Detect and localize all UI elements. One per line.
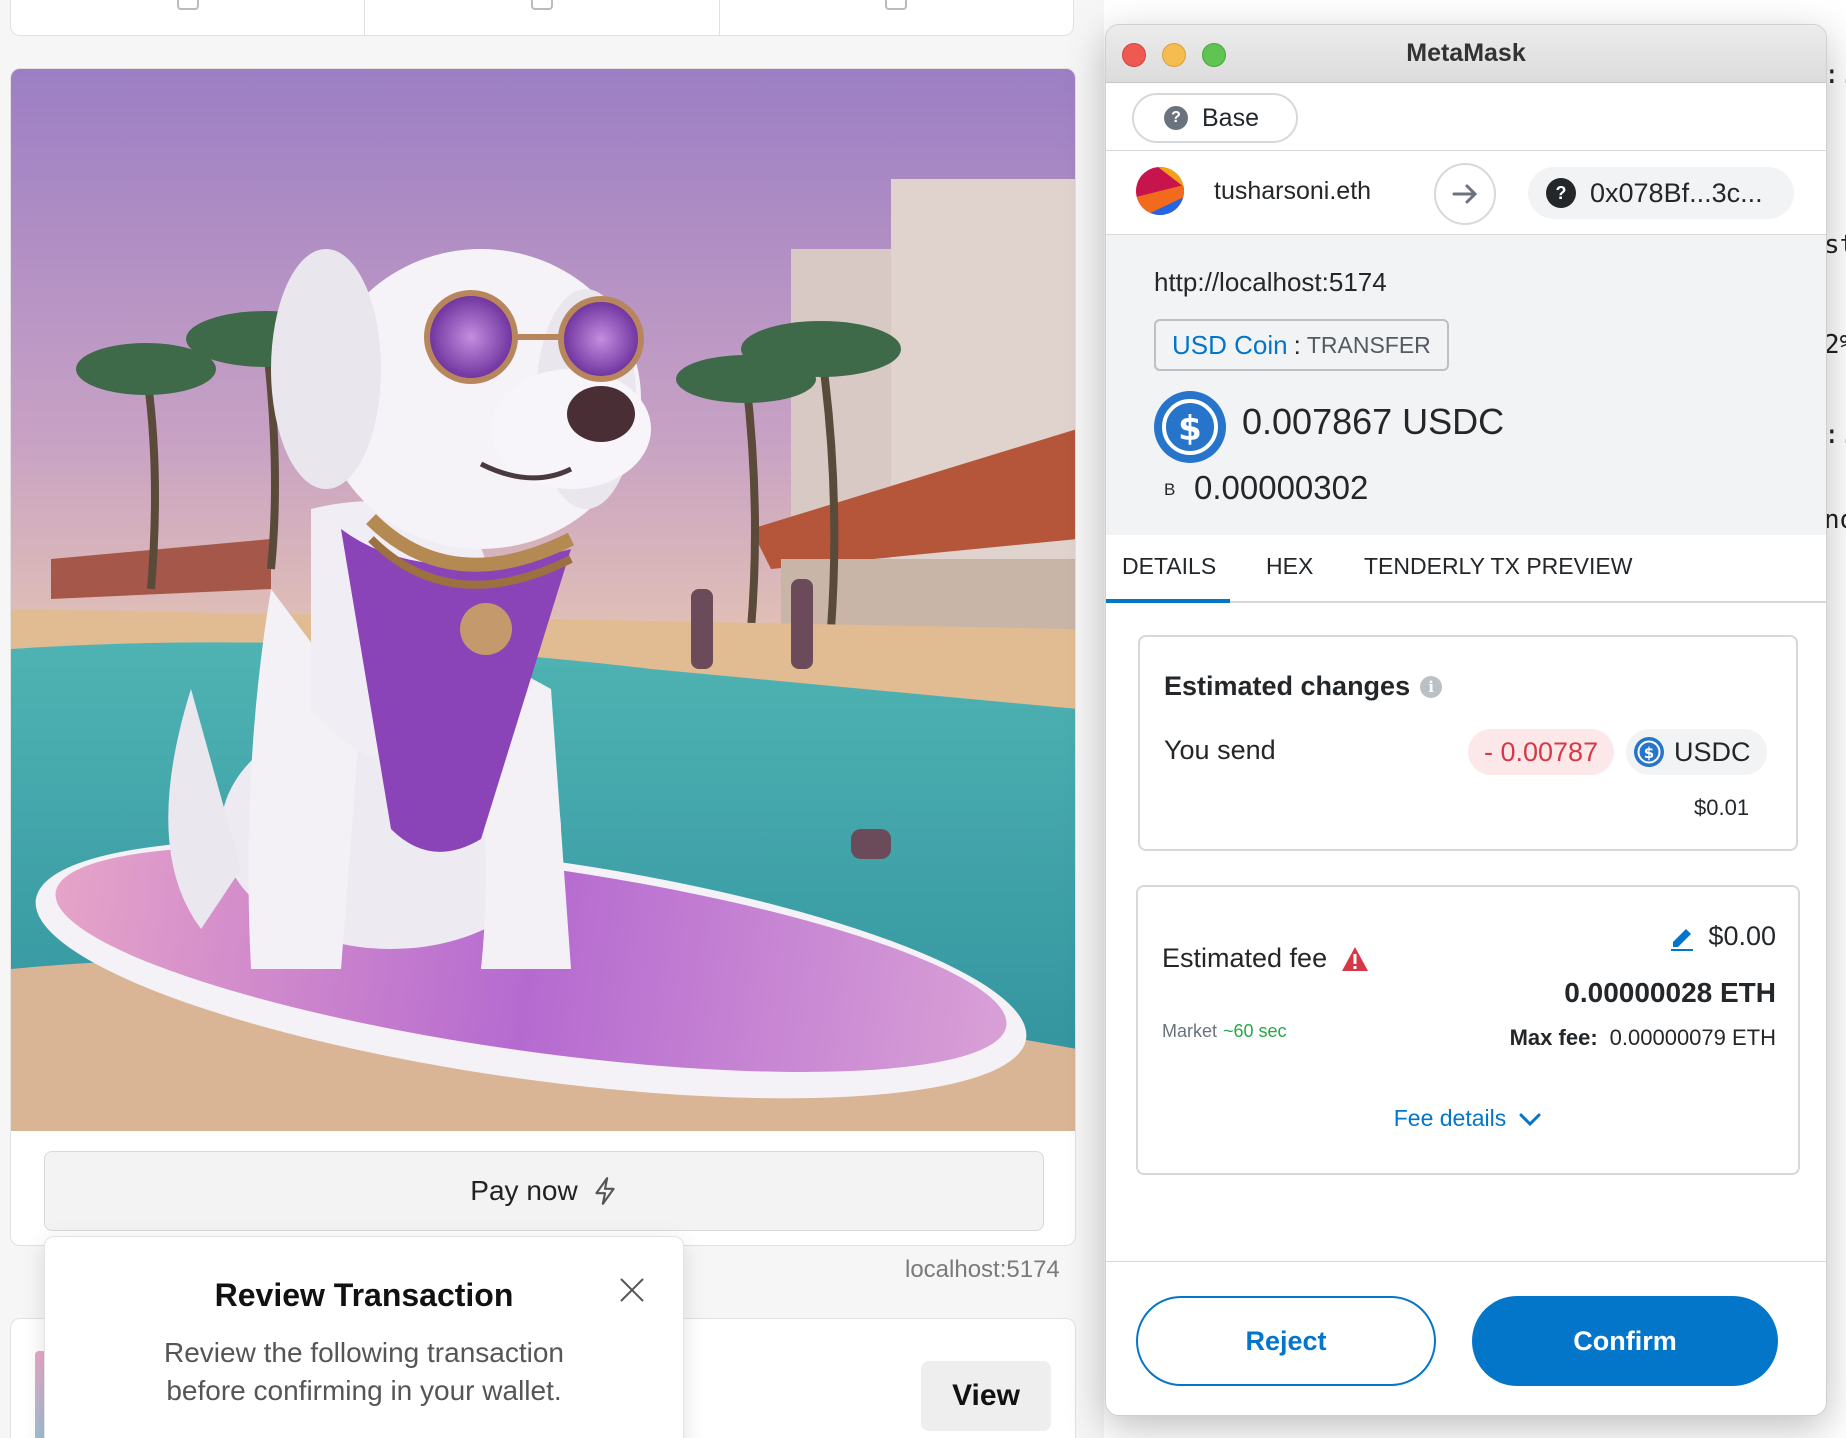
- toast-description: Review the following transaction before …: [164, 1337, 564, 1406]
- max-fee-label: Max fee:: [1509, 1025, 1598, 1050]
- svg-text:$: $: [1644, 744, 1654, 762]
- tab-tenderly-preview[interactable]: TENDERLY TX PREVIEW: [1364, 553, 1632, 580]
- reject-button[interactable]: Reject: [1136, 1296, 1436, 1386]
- arrow-right-icon: [1434, 163, 1496, 225]
- info-icon[interactable]: i: [1420, 675, 1443, 698]
- pay-now-button[interactable]: Pay now: [44, 1151, 1044, 1231]
- chevron-down-icon: [1519, 1113, 1541, 1126]
- network-picker[interactable]: ? Base: [1132, 93, 1298, 143]
- question-icon: ?: [1546, 178, 1576, 208]
- send-delta: - 0.00787: [1468, 729, 1615, 775]
- screen: :. st 2% :. no: [0, 0, 1846, 1438]
- window-titlebar: MetaMask: [1106, 25, 1826, 83]
- method-name: TRANSFER: [1306, 331, 1431, 358]
- jazzicon: [1136, 167, 1184, 215]
- svg-text:$: $: [1178, 409, 1202, 449]
- network-name: Base: [1202, 103, 1259, 132]
- fee-details-link[interactable]: Fee details: [1138, 1105, 1798, 1132]
- toolbar-segment[interactable]: [11, 0, 366, 35]
- estimated-fee-title: Estimated fee: [1162, 943, 1369, 974]
- market-time: ~60 sec: [1223, 1021, 1287, 1041]
- native-amount: 0.00000302: [1194, 469, 1369, 506]
- nft-image: [11, 69, 1075, 1131]
- fee-fiat: $0.00: [1708, 921, 1776, 951]
- tab-details[interactable]: DETAILS: [1122, 553, 1216, 580]
- warning-icon[interactable]: [1341, 946, 1369, 972]
- top-toolbar: [10, 0, 1074, 36]
- estimated-changes-title: Estimated changes i: [1164, 671, 1443, 702]
- toolbar-segment[interactable]: [365, 0, 720, 35]
- token-symbol: USDC: [1674, 736, 1751, 767]
- tab-hex[interactable]: HEX: [1266, 553, 1313, 580]
- review-transaction-toast: Review Transaction Review the following …: [44, 1236, 684, 1438]
- send-fiat-value: $0.01: [1694, 795, 1750, 820]
- method-separator: :: [1293, 329, 1301, 360]
- edit-icon[interactable]: [1668, 923, 1696, 951]
- nft-card: Pay now: [10, 68, 1076, 1246]
- window-title: MetaMask: [1406, 39, 1526, 67]
- fee-fiat-row: $0.00: [1668, 921, 1776, 952]
- token-pill: $ USDC: [1626, 729, 1767, 775]
- action-footer: Reject Confirm: [1106, 1261, 1826, 1415]
- token-name[interactable]: USD Coin: [1172, 330, 1288, 361]
- you-send-label: You send: [1164, 735, 1276, 765]
- transaction-summary: http://localhost:5174 USD Coin : TRANSFE…: [1106, 235, 1826, 535]
- transfer-amount: 0.007867 USDC: [1242, 401, 1505, 442]
- estimated-fee-box: Estimated fee Market ~60 sec $0.00 0.0000…: [1136, 885, 1800, 1175]
- estimated-changes-box: Estimated changes i You send - 0.00787 $…: [1138, 635, 1798, 851]
- view-button[interactable]: View: [921, 1361, 1051, 1431]
- native-currency-symbol: B: [1164, 480, 1176, 499]
- metamask-window: MetaMask ? Base tusharsoni.eth ? 0x078Bf…: [1105, 24, 1827, 1416]
- estimated-fee-label: Estimated fee: [1162, 943, 1328, 973]
- close-icon[interactable]: [619, 1277, 645, 1303]
- question-icon: ?: [1164, 106, 1188, 130]
- max-fee-row: Max fee: 0.00000079 ETH: [1510, 1025, 1776, 1051]
- toolbar-segment[interactable]: [720, 0, 1073, 35]
- confirm-button[interactable]: Confirm: [1472, 1296, 1778, 1386]
- detail-tabs: DETAILS HEX TENDERLY TX PREVIEW: [1106, 535, 1826, 603]
- max-fee-value: 0.00000079 ETH: [1609, 1025, 1776, 1050]
- pay-now-label: Pay now: [470, 1175, 578, 1206]
- lightning-icon: [595, 1177, 615, 1205]
- recipient-address[interactable]: ? 0x078Bf...3c...: [1528, 167, 1794, 219]
- market-label: Market: [1162, 1021, 1218, 1041]
- active-tab-indicator: [1106, 599, 1230, 603]
- market-speed: Market ~60 sec: [1162, 1021, 1287, 1042]
- usdc-icon: $: [1154, 391, 1226, 463]
- origin-label: localhost:5174: [905, 1256, 1060, 1283]
- origin-url: http://localhost:5174: [1154, 267, 1387, 297]
- from-account-name: tusharsoni.eth: [1214, 177, 1372, 205]
- usdc-icon: $: [1634, 737, 1664, 767]
- fee-eth: 0.00000028 ETH: [1564, 977, 1776, 1008]
- fee-details-label: Fee details: [1393, 1105, 1507, 1131]
- account-row: tusharsoni.eth ? 0x078Bf...3c...: [1106, 151, 1826, 235]
- method-pill: USD Coin : TRANSFER: [1154, 319, 1449, 371]
- toast-title: Review Transaction: [214, 1277, 514, 1313]
- recipient-address-text: 0x078Bf...3c...: [1590, 177, 1763, 208]
- network-row: ? Base: [1106, 83, 1826, 151]
- estimated-changes-label: Estimated changes: [1164, 671, 1411, 701]
